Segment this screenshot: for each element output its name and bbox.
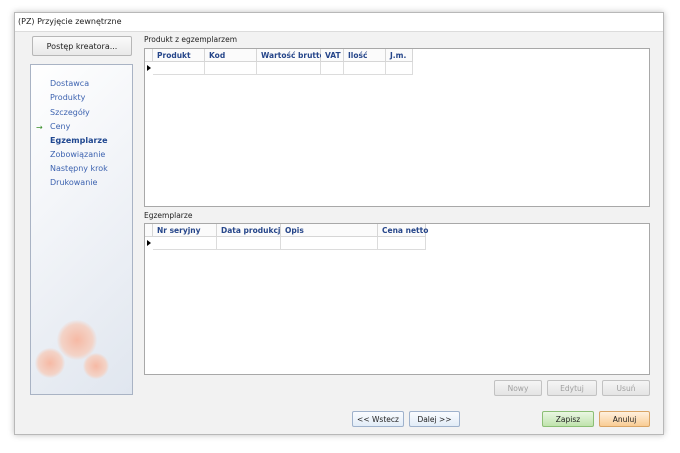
grid-cell[interactable] <box>217 237 281 250</box>
current-row-arrow-icon <box>145 62 153 75</box>
products-section-label: Produkt z egzemplarzem <box>144 35 238 44</box>
column-header-opis[interactable]: Opis <box>281 224 378 237</box>
instances-grid[interactable]: Nr seryjny Data produkcji Opis Cena nett… <box>144 223 650 375</box>
row-indicator-header <box>145 224 153 237</box>
column-header-vat[interactable]: VAT <box>321 49 344 62</box>
column-header-nr-seryjny[interactable]: Nr seryjny <box>153 224 217 237</box>
grid-cell[interactable] <box>281 237 378 250</box>
flower-decoration <box>35 348 65 378</box>
step-szczegoly[interactable]: Szczegóły <box>50 108 90 117</box>
products-grid[interactable]: Produkt Kod Wartość brutto VAT Ilość J.m… <box>144 48 650 207</box>
step-produkty[interactable]: Produkty <box>50 93 85 102</box>
back-button[interactable]: << Wstecz <box>352 411 404 427</box>
column-header-cena-netto[interactable]: Cena netto <box>378 224 428 237</box>
cancel-button[interactable]: Anuluj <box>599 411 650 427</box>
column-header-wartosc-brutto[interactable]: Wartość brutto <box>257 49 325 62</box>
window-title: (PZ) Przyjęcie zewnętrzne <box>18 17 122 26</box>
grid-cell[interactable] <box>378 237 426 250</box>
wizard-progress-button[interactable]: Postęp kreatora... <box>32 36 132 56</box>
step-dostawca[interactable]: Dostawca <box>50 79 89 88</box>
column-header-kod[interactable]: Kod <box>205 49 257 62</box>
step-zobowiazanie[interactable]: Zobowiązanie <box>50 150 105 159</box>
grid-cell[interactable] <box>257 62 321 75</box>
column-header-jm[interactable]: J.m. <box>386 49 413 62</box>
next-button[interactable]: Dalej >> <box>409 411 460 427</box>
step-drukowanie[interactable]: Drukowanie <box>50 178 97 187</box>
wizard-window: (PZ) Przyjęcie zewnętrzne Postęp kreator… <box>14 12 664 435</box>
save-button[interactable]: Zapisz <box>542 411 594 427</box>
grid-cell[interactable] <box>153 62 205 75</box>
column-header-produkt[interactable]: Produkt <box>153 49 205 62</box>
delete-button[interactable]: Usuń <box>602 380 650 396</box>
new-button[interactable]: Nowy <box>494 380 542 396</box>
grid-cell[interactable] <box>386 62 413 75</box>
wizard-steps-panel: → Dostawca Produkty Szczegóły Ceny Egzem… <box>30 64 133 395</box>
step-nastepny-krok[interactable]: Następny krok <box>50 164 108 173</box>
edit-button[interactable]: Edytuj <box>547 380 597 396</box>
row-indicator-header <box>145 49 153 62</box>
grid-cell[interactable] <box>153 237 217 250</box>
grid-cell[interactable] <box>205 62 257 75</box>
flower-decoration <box>83 353 109 379</box>
column-header-ilosc[interactable]: Ilość <box>344 49 386 62</box>
step-egzemplarze[interactable]: Egzemplarze <box>50 136 108 145</box>
instances-section-label: Egzemplarze <box>144 211 193 220</box>
current-step-arrow-icon: → <box>36 123 43 132</box>
grid-cell[interactable] <box>344 62 386 75</box>
step-ceny[interactable]: Ceny <box>50 122 70 131</box>
grid-cell[interactable] <box>321 62 344 75</box>
current-row-arrow-icon <box>145 237 153 250</box>
title-bar: (PZ) Przyjęcie zewnętrzne <box>15 13 663 32</box>
column-header-data-produkcji[interactable]: Data produkcji <box>217 224 283 237</box>
